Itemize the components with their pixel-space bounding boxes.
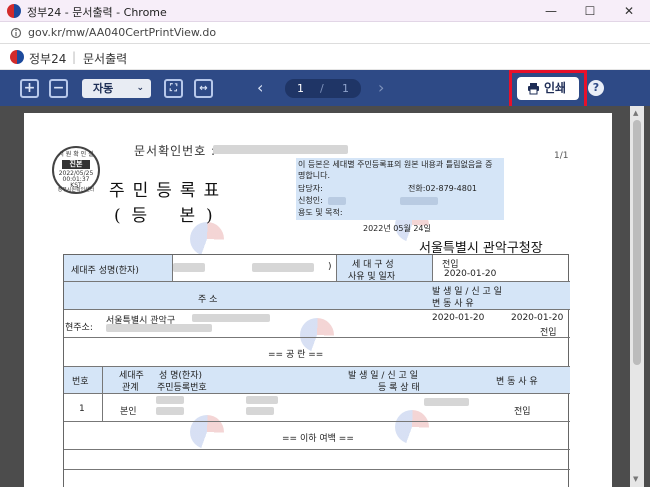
contact-phone: 전화:02-879-4801 — [408, 184, 477, 193]
redacted-member-id-2 — [246, 407, 274, 415]
fit-width-button[interactable]: ↔ — [194, 79, 213, 98]
members-header-no: 번호 — [72, 377, 89, 387]
next-page-button[interactable]: › — [378, 78, 384, 97]
redacted-applicant — [328, 197, 346, 205]
window-titlebar: 정부24 - 문서출력 - Chrome — ☐ ✕ — [0, 0, 650, 22]
redacted-member-dates — [424, 398, 469, 406]
member-relation: 본인 — [120, 407, 137, 417]
zoom-value: 자동 — [93, 82, 114, 95]
doc-number-label: 문서확인번호 : — [134, 144, 217, 158]
head-paren: ) — [328, 262, 332, 272]
table-divider — [64, 469, 570, 470]
redacted-head-name — [173, 263, 205, 272]
table-divider — [64, 421, 570, 422]
issue-date: 2022년 05월 24일 — [363, 224, 431, 233]
table-divider — [64, 449, 570, 450]
register-table: 세대주 성명(한자) ) 세 대 구 성 사유 및 일자 전입 2020-01-… — [63, 254, 570, 487]
seal-stamp: 진본 — [62, 160, 90, 169]
redacted-member-id — [156, 407, 184, 415]
page-title: 문서출력 — [83, 52, 128, 66]
close-window-button[interactable]: ✕ — [617, 1, 641, 21]
total-pages: 1 — [342, 82, 349, 95]
page-indicator: 1/1 — [554, 151, 569, 161]
print-label: 인쇄 — [544, 81, 567, 95]
page-separator: / — [320, 82, 324, 95]
redacted-address-2 — [106, 324, 212, 332]
gov24-app-icon — [7, 4, 21, 18]
redacted-head-hanja — [252, 263, 314, 272]
header-separator: | — [72, 50, 77, 64]
brand-name: 정부24 — [29, 52, 67, 66]
members-header-status: 등 록 상 태 — [378, 383, 420, 393]
table-divider — [64, 309, 570, 310]
table-divider — [102, 366, 103, 421]
doc-title: 주민등록표 — [109, 181, 228, 201]
minimize-button[interactable]: — — [539, 1, 563, 21]
members-header-relation-2: 관계 — [122, 383, 139, 393]
printer-icon — [528, 83, 539, 95]
scrollbar-thumb[interactable] — [633, 120, 641, 365]
table-divider — [64, 337, 570, 338]
composition-date: 2020-01-20 — [444, 269, 497, 279]
table-divider — [432, 255, 433, 281]
gov24-logo-icon — [10, 50, 24, 64]
purpose-label: 용도 및 목적: — [298, 208, 343, 217]
current-address-label: 현주소: — [65, 323, 93, 333]
redacted-applicant-id — [400, 197, 438, 205]
redacted-member-hanja — [246, 396, 278, 404]
fit-page-button[interactable]: ⛶ — [164, 79, 183, 98]
page-navigator: 1 / 1 — [285, 79, 361, 98]
zoom-out-button[interactable]: − — [49, 79, 68, 98]
certification-box: 이 등본은 세대별 주민등록표의 원본 내용과 틀림없음을 증명합니다. 담당자… — [296, 158, 504, 220]
window-title: 정부24 - 문서출력 - Chrome — [27, 6, 167, 19]
address-header: 주 소 — [198, 295, 218, 305]
print-button[interactable]: 인쇄 — [517, 77, 579, 100]
table-divider — [336, 255, 337, 281]
certification-text: 이 등본은 세대별 주민등록표의 원본 내용과 틀림없음을 증명합니다. — [298, 160, 493, 180]
chevron-down-icon: ⌄ — [136, 83, 144, 93]
watermark-icon — [190, 222, 224, 256]
address-reported: 2020-01-20 — [511, 313, 564, 323]
help-button[interactable]: ? — [588, 80, 604, 96]
table-divider — [64, 281, 570, 282]
zoom-select[interactable]: 자동 ⌄ — [82, 79, 151, 98]
address-occurred: 2020-01-20 — [432, 313, 485, 323]
applicant-label: 신청인: — [298, 196, 323, 205]
current-page-input[interactable]: 1 — [297, 79, 304, 98]
address-reason-header: 변 동 사 유 — [432, 299, 474, 309]
seal-bottom-text: 정부시원확인센터 — [57, 187, 95, 193]
scroll-down-icon[interactable]: ▼ — [633, 475, 638, 483]
page-header: 정부24 | 문서출력 — [0, 44, 650, 70]
vertical-scrollbar[interactable]: ▲ ▼ — [630, 106, 644, 487]
table-divider — [64, 366, 570, 367]
zoom-in-button[interactable]: + — [20, 79, 39, 98]
doc-subtitle: ( 등 본 ) — [114, 206, 213, 226]
redacted-doc-number — [213, 145, 348, 154]
authenticity-seal: 시 원 확 인 필 진본 2022/05/25 00:01:37 KST 정부시… — [52, 146, 100, 194]
address-bar[interactable]: gov.kr/mw/AA040CertPrintView.do — [0, 22, 650, 44]
head-label: 세대주 성명(한자) — [71, 266, 139, 276]
member-reason: 전입 — [514, 407, 531, 417]
vacant-marker: == 공 란 == — [268, 350, 324, 360]
previous-page-button[interactable]: ‹ — [257, 78, 263, 97]
site-info-icon[interactable] — [10, 27, 22, 39]
contact-label: 담당자: — [298, 184, 323, 193]
redacted-member-name — [156, 396, 184, 404]
members-header-id: 주민등록번호 — [157, 383, 207, 393]
maximize-button[interactable]: ☐ — [578, 1, 602, 21]
members-header-reason: 변 동 사 유 — [496, 377, 538, 387]
scroll-up-icon[interactable]: ▲ — [633, 109, 638, 117]
end-marker: == 이하 여백 == — [282, 434, 354, 444]
table-divider — [172, 255, 173, 281]
url-text[interactable]: gov.kr/mw/AA040CertPrintView.do — [28, 26, 216, 39]
member-no: 1 — [79, 404, 85, 414]
seal-top-text: 시 원 확 인 필 — [58, 151, 94, 158]
redacted-address — [192, 314, 270, 322]
table-divider — [64, 393, 570, 394]
